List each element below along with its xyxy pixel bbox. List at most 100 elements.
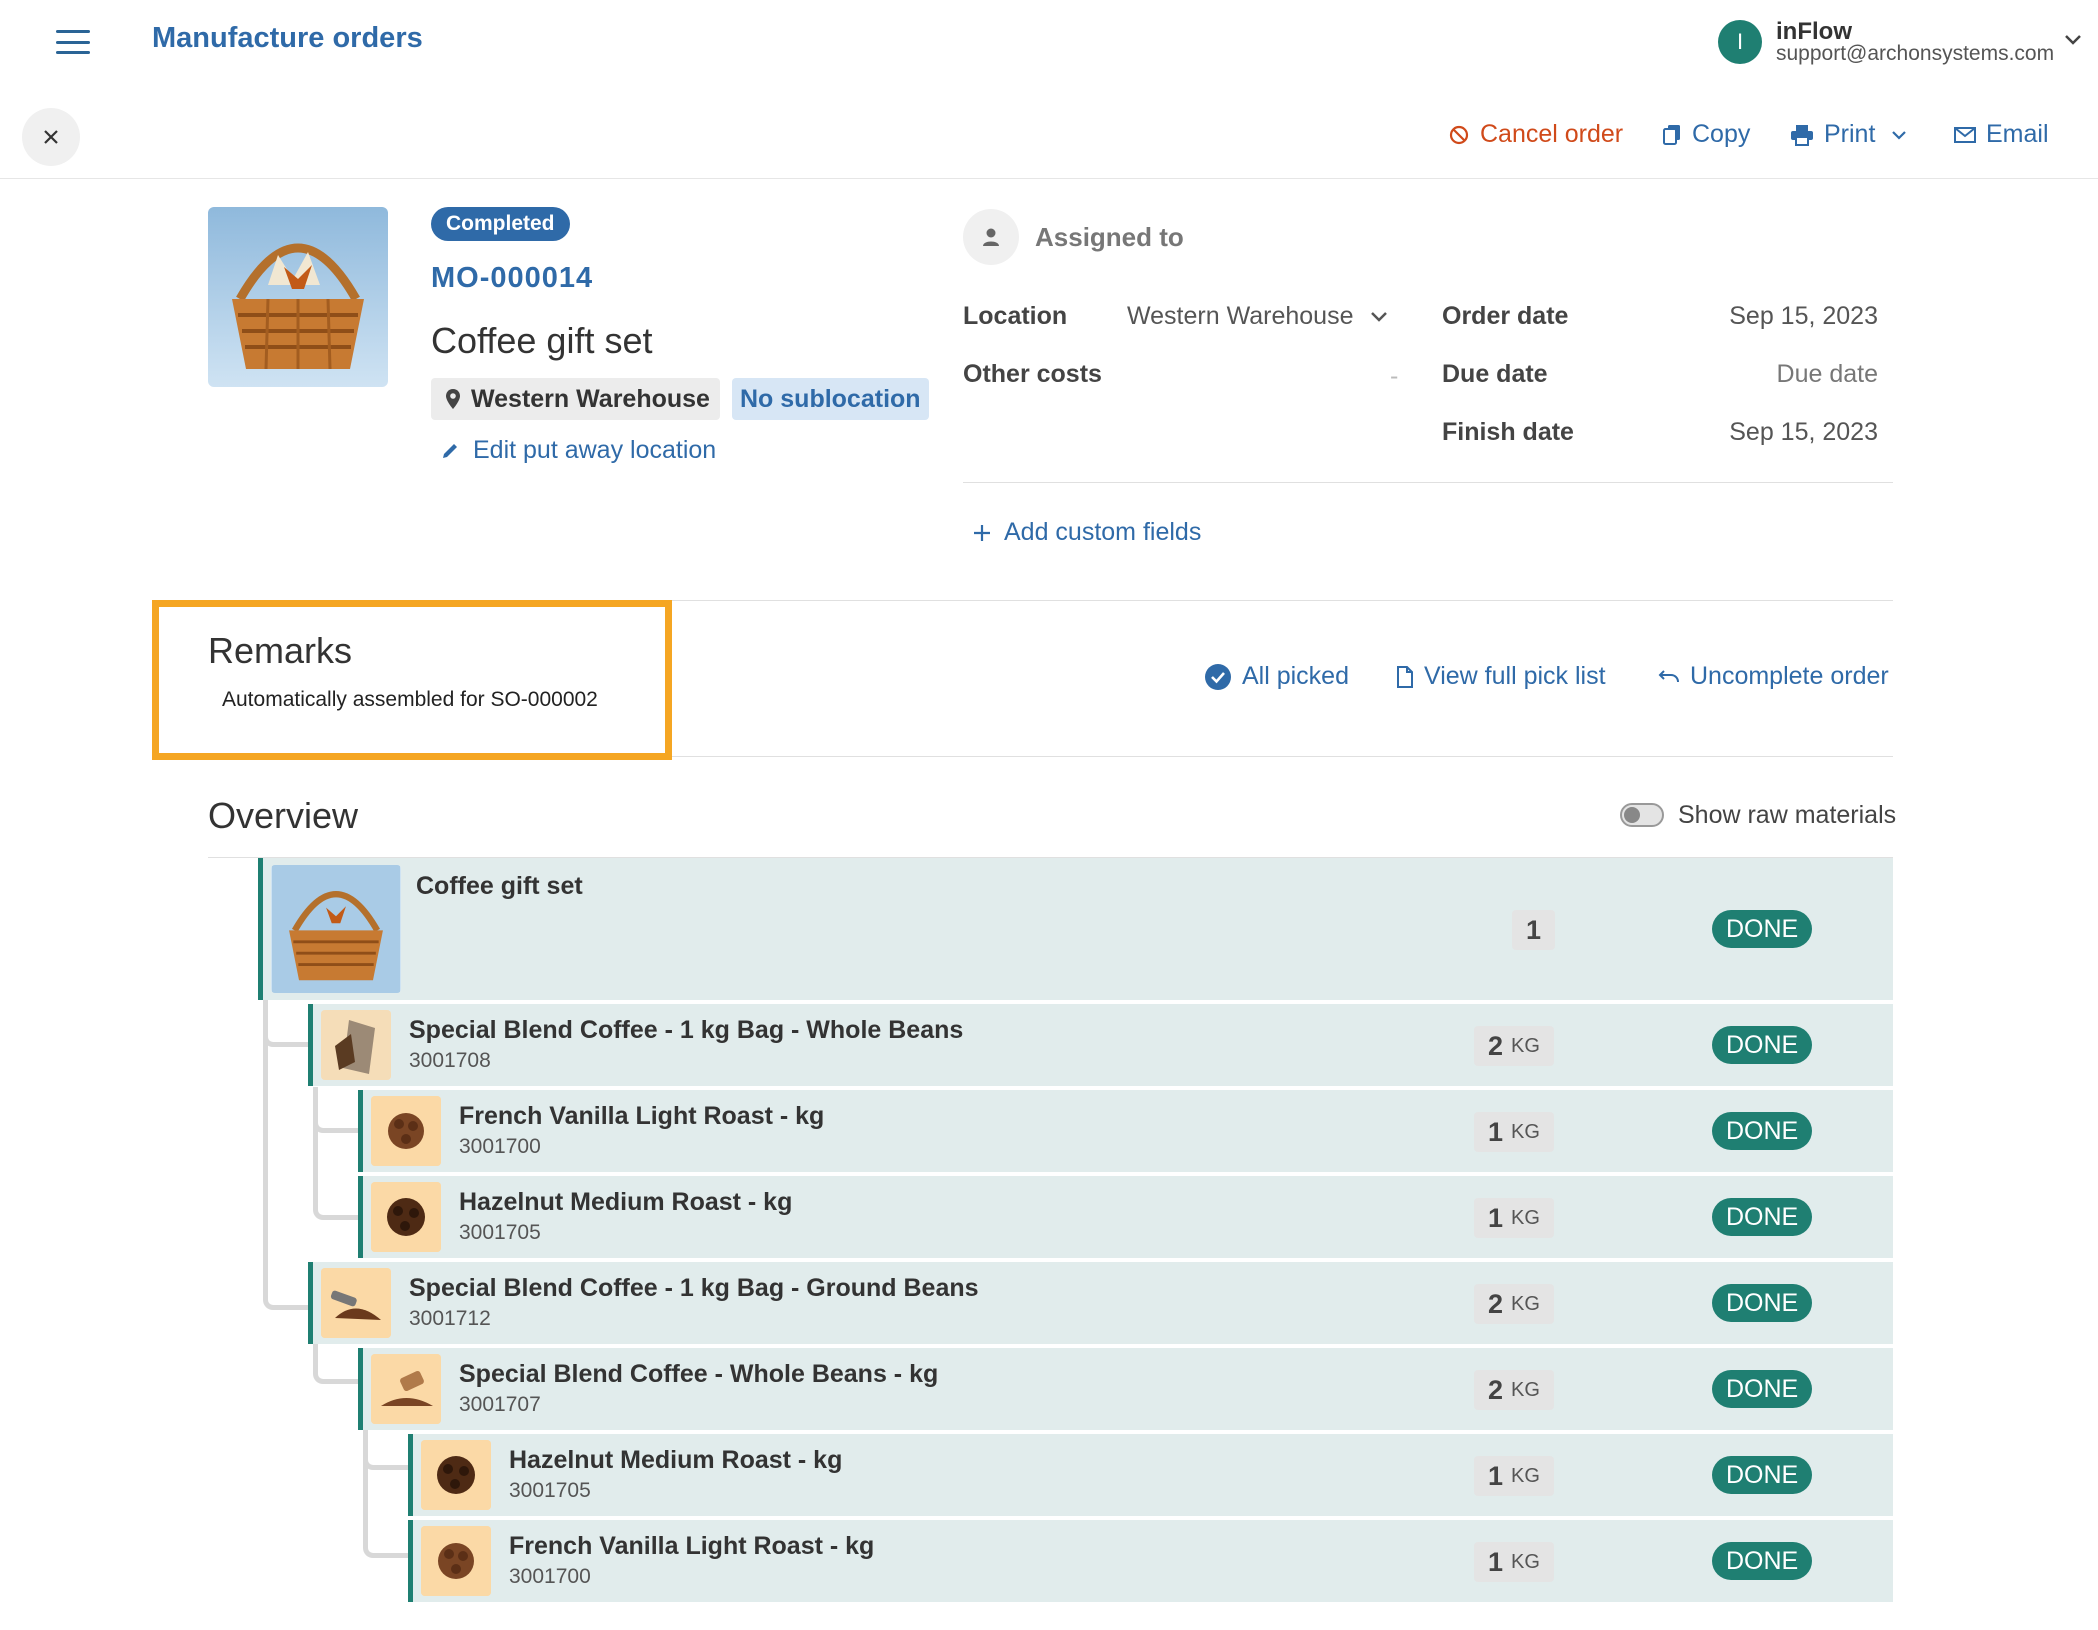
sublocation-chip[interactable]: No sublocation (732, 378, 929, 420)
row-code: 3001707 (459, 1393, 541, 1416)
row-name: French Vanilla Light Roast - kg (509, 1532, 875, 1560)
status-badge: DONE (1712, 1112, 1813, 1150)
qty-number: 1 (1488, 1116, 1504, 1147)
qty-number: 1 (1488, 1202, 1504, 1233)
close-button[interactable] (22, 108, 80, 166)
row-code: 3001708 (409, 1049, 491, 1072)
all-picked-label: All picked (1242, 662, 1349, 690)
product-image[interactable] (208, 207, 388, 387)
quantity: 2 KG (1474, 1370, 1554, 1410)
edit-put-away-location-link[interactable]: Edit put away location (441, 436, 716, 465)
assigned-to-avatar[interactable] (963, 209, 1019, 265)
quantity: 2 KG (1474, 1026, 1554, 1066)
edit-location-label: Edit put away location (473, 436, 717, 464)
remarks-text[interactable]: Automatically assembled for SO-000002 (222, 688, 598, 712)
status-badge: DONE (1712, 1370, 1813, 1408)
avatar[interactable]: I (1718, 20, 1762, 64)
row-code: 3001705 (459, 1221, 541, 1244)
cancel-order-button[interactable]: Cancel order (1448, 120, 1623, 149)
status-badge: DONE (1712, 1026, 1813, 1064)
status-badge: Completed (431, 207, 570, 241)
finish-date-label: Finish date (1442, 418, 1574, 446)
location-chip-label: Western Warehouse (471, 384, 710, 413)
close-icon (44, 130, 58, 144)
product-thumbnail (371, 1182, 441, 1252)
tree-row-french-vanilla[interactable]: French Vanilla Light Roast - kg 3001700 … (408, 1520, 1893, 1602)
location-pin-icon (446, 389, 460, 409)
user-email[interactable]: support@archonsystems.com (1776, 42, 2054, 66)
product-thumbnail (321, 1268, 391, 1338)
row-name: Hazelnut Medium Roast - kg (509, 1446, 843, 1474)
show-raw-materials-toggle[interactable] (1620, 803, 1664, 827)
product-thumbnail (371, 1096, 441, 1166)
due-date-label: Due date (1442, 360, 1548, 388)
due-date-input[interactable]: Due date (1618, 360, 1878, 389)
uncomplete-order-button[interactable]: Uncomplete order (1658, 662, 1889, 691)
quantity: 1 KG (1474, 1456, 1554, 1496)
divider (963, 482, 1893, 483)
qty-unit: KG (1511, 1292, 1540, 1315)
tree-connector (363, 1424, 409, 1558)
cancel-order-label: Cancel order (1480, 120, 1624, 148)
location-select-value: Western Warehouse (1127, 302, 1354, 330)
tree-row-hazelnut[interactable]: Hazelnut Medium Roast - kg 3001705 1 KG D… (408, 1434, 1893, 1516)
chevron-down-icon (1370, 311, 1387, 322)
row-code: 3001700 (509, 1565, 591, 1588)
product-thumbnail (371, 1354, 441, 1424)
quantity: 1 (1512, 910, 1556, 950)
tree-row-special-blend-ground-beans-bag[interactable]: Special Blend Coffee - 1 kg Bag - Ground… (308, 1262, 1893, 1344)
row-code: 3001700 (459, 1135, 541, 1158)
print-button[interactable]: Print (1790, 120, 1907, 149)
status-badge: DONE (1712, 1198, 1813, 1236)
overview-title: Overview (208, 795, 359, 836)
plus-icon (974, 524, 990, 541)
divider (0, 178, 2098, 179)
other-costs-label: Other costs (963, 360, 1102, 388)
tree-row-hazelnut[interactable]: Hazelnut Medium Roast - kg 3001705 1 KG D… (358, 1176, 1893, 1258)
qty-unit: KG (1511, 1120, 1540, 1143)
print-label: Print (1824, 120, 1876, 148)
view-full-pick-list-link[interactable]: View full pick list (1396, 662, 1606, 691)
tree-row-special-blend-whole-beans-bag[interactable]: Special Blend Coffee - 1 kg Bag - Whole … (308, 1004, 1893, 1086)
assigned-to-label[interactable]: Assigned to (1035, 222, 1184, 253)
tree-row-french-vanilla[interactable]: French Vanilla Light Roast - kg 3001700 … (358, 1090, 1893, 1172)
tree-row-coffee-gift-set[interactable]: Coffee gift set 1 DONE (258, 858, 1893, 1000)
order-date-value[interactable]: Sep 15, 2023 (1618, 302, 1878, 331)
qty-unit: KG (1511, 1206, 1540, 1229)
cancel-icon (1449, 125, 1469, 144)
location-select[interactable]: Western Warehouse (1127, 302, 1388, 331)
other-costs-value[interactable]: - (1390, 362, 1398, 391)
row-name: Coffee gift set (416, 872, 583, 900)
person-icon (983, 228, 999, 246)
row-code: 3001705 (509, 1479, 591, 1502)
view-pick-list-label: View full pick list (1424, 662, 1606, 690)
printer-icon (1791, 124, 1813, 146)
menu-icon[interactable] (56, 30, 90, 54)
status-badge: DONE (1712, 1284, 1813, 1322)
remarks-highlight (152, 600, 672, 760)
tree-connector (313, 1338, 359, 1384)
product-thumbnail (421, 1526, 491, 1596)
finish-date-value[interactable]: Sep 15, 2023 (1618, 418, 1878, 447)
quantity: 1 KG (1474, 1198, 1554, 1238)
copy-button[interactable]: Copy (1662, 120, 1750, 149)
location-chip: Western Warehouse (431, 378, 720, 420)
qty-number: 1 (1488, 1546, 1504, 1577)
add-custom-fields-button[interactable]: Add custom fields (972, 518, 1201, 547)
chevron-down-icon[interactable] (2064, 34, 2082, 46)
email-icon (1954, 126, 1976, 143)
check-circle-icon (1205, 663, 1231, 690)
quantity: 1 KG (1474, 1542, 1554, 1582)
quantity: 1 KG (1474, 1112, 1554, 1152)
product-thumbnail (271, 865, 401, 993)
tree-connector (313, 1087, 359, 1220)
all-picked-button[interactable]: All picked (1204, 662, 1349, 691)
email-label: Email (1986, 120, 2049, 148)
copy-label: Copy (1692, 120, 1751, 148)
qty-number: 2 (1488, 1030, 1504, 1061)
row-name: French Vanilla Light Roast - kg (459, 1102, 825, 1130)
product-thumbnail (321, 1010, 391, 1080)
row-name: Hazelnut Medium Roast - kg (459, 1188, 793, 1216)
tree-row-special-blend-whole-beans-kg[interactable]: Special Blend Coffee - Whole Beans - kg … (358, 1348, 1893, 1430)
email-button[interactable]: Email (1954, 120, 2049, 149)
